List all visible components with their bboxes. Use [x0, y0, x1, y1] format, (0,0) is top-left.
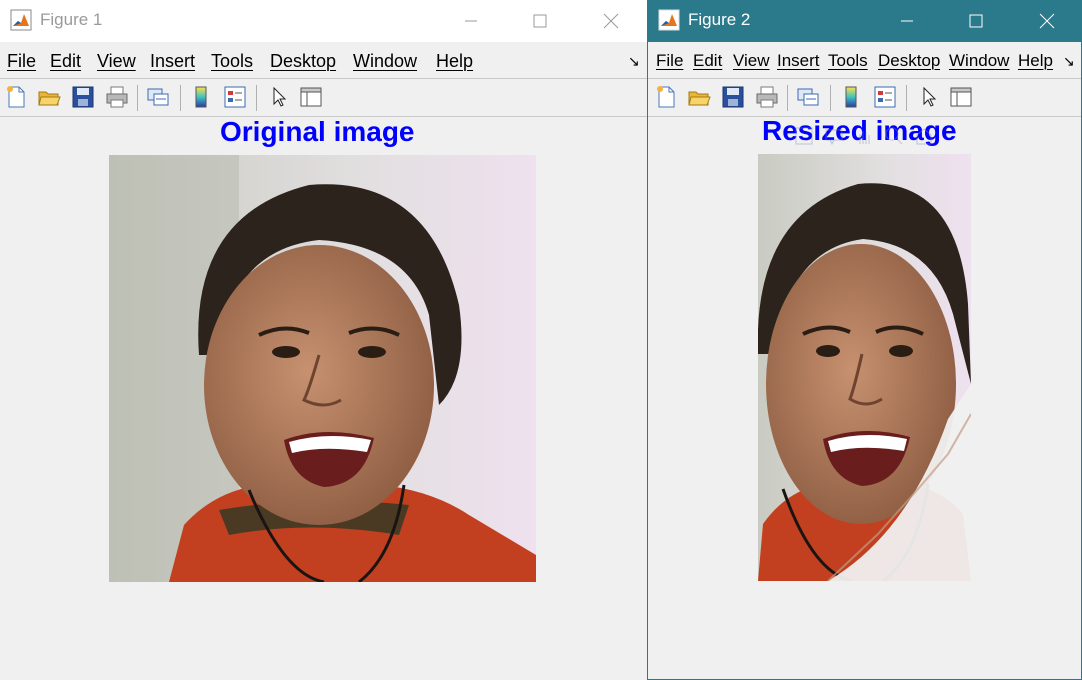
- menu-help[interactable]: Help: [436, 51, 473, 72]
- property-inspector-icon: [300, 87, 322, 107]
- menu-file[interactable]: File: [7, 51, 36, 72]
- edit-plot-button[interactable]: [266, 84, 292, 110]
- open-file-button[interactable]: [686, 84, 712, 110]
- colorbar-button[interactable]: [838, 84, 864, 110]
- property-inspector-button[interactable]: [298, 84, 324, 110]
- menu-insert[interactable]: Insert: [150, 51, 195, 72]
- open-file-icon: [38, 91, 61, 106]
- edit-plot-button[interactable]: [916, 84, 942, 110]
- save-button[interactable]: [720, 84, 746, 110]
- axes-toolbar: [794, 126, 934, 146]
- maximize-icon: [533, 14, 547, 28]
- close-icon: [603, 13, 619, 29]
- print-button[interactable]: [104, 84, 130, 110]
- menubar: File Edit View Insert Tools Desktop Wind…: [0, 42, 648, 79]
- legend-button[interactable]: [872, 84, 898, 110]
- original-image[interactable]: [109, 155, 536, 582]
- legend-icon: [874, 86, 896, 108]
- menu-file[interactable]: File: [656, 51, 683, 71]
- titlebar[interactable]: Figure 1: [0, 0, 648, 42]
- matlab-icon: [10, 9, 32, 31]
- titlebar[interactable]: Figure 2: [648, 0, 1081, 42]
- toolbar: [648, 79, 1081, 117]
- colorbar-button[interactable]: [188, 84, 214, 110]
- menu-view[interactable]: View: [733, 51, 770, 71]
- maximize-button[interactable]: [517, 0, 563, 42]
- link-plot-button[interactable]: [145, 84, 171, 110]
- figure-2-window: Figure 2 File Edit View Insert Tools Des…: [647, 0, 1082, 680]
- legend-button[interactable]: [222, 84, 248, 110]
- menu-window[interactable]: Window: [949, 51, 1012, 71]
- menu-edit[interactable]: Edit: [693, 51, 722, 71]
- window-title: Figure 2: [688, 10, 751, 29]
- print-icon: [106, 86, 128, 108]
- link-plot-button[interactable]: [795, 84, 821, 110]
- home-icon[interactable]: [914, 126, 934, 146]
- toolbar-separator: [830, 85, 831, 111]
- new-figure-icon: [7, 86, 25, 108]
- property-inspector-icon: [950, 87, 972, 107]
- close-button[interactable]: [1024, 0, 1070, 42]
- menu-edit[interactable]: Edit: [50, 51, 81, 72]
- minimize-button[interactable]: [448, 0, 494, 42]
- menu-desktop[interactable]: Desktop: [270, 51, 336, 72]
- zoom-in-icon[interactable]: [884, 126, 904, 146]
- minimize-icon: [901, 20, 913, 22]
- save-button[interactable]: [70, 84, 96, 110]
- open-file-button[interactable]: [36, 84, 62, 110]
- maximize-icon: [969, 14, 983, 28]
- link-plot-icon: [147, 88, 169, 106]
- minimize-button[interactable]: [884, 0, 930, 42]
- menu-desktop[interactable]: Desktop: [878, 51, 940, 71]
- edit-plot-icon: [273, 86, 287, 107]
- maximize-button[interactable]: [953, 0, 999, 42]
- colorbar-icon: [195, 86, 207, 108]
- colorbar-icon: [845, 86, 857, 108]
- save-icon: [72, 86, 94, 108]
- menu-overflow-arrow-icon[interactable]: ↘: [628, 53, 640, 70]
- toolbar-separator: [256, 85, 257, 111]
- legend-icon: [224, 86, 246, 108]
- new-figure-icon: [657, 86, 675, 108]
- property-inspector-button[interactable]: [948, 84, 974, 110]
- menu-insert[interactable]: Insert: [777, 51, 820, 71]
- menu-overflow-arrow-icon[interactable]: ↘: [1063, 53, 1075, 70]
- toolbar-separator: [787, 85, 788, 111]
- menu-help[interactable]: Help: [1018, 51, 1053, 71]
- menubar: File Edit View Insert Tools Desktop Wind…: [648, 42, 1081, 79]
- axes-title: Original image: [220, 116, 415, 147]
- toolbar-separator: [180, 85, 181, 111]
- toolbar: [0, 79, 648, 117]
- menu-window[interactable]: Window: [353, 51, 417, 72]
- toolbar-separator: [137, 85, 138, 111]
- brush-icon[interactable]: [794, 126, 814, 146]
- pan-icon[interactable]: [854, 126, 874, 146]
- close-button[interactable]: [588, 0, 634, 42]
- minimize-icon: [465, 20, 477, 22]
- link-plot-icon: [797, 88, 819, 106]
- edit-plot-icon: [923, 86, 937, 107]
- new-figure-button[interactable]: [3, 84, 29, 110]
- window-title: Figure 1: [40, 10, 103, 29]
- matlab-icon: [658, 9, 680, 31]
- print-button[interactable]: [754, 84, 780, 110]
- open-file-icon: [688, 91, 711, 106]
- menu-tools[interactable]: Tools: [828, 51, 868, 71]
- close-icon: [1039, 13, 1055, 29]
- toolbar-separator: [906, 85, 907, 111]
- save-icon: [722, 86, 744, 108]
- new-figure-button[interactable]: [653, 84, 679, 110]
- resized-image[interactable]: [758, 154, 971, 581]
- print-icon: [756, 86, 778, 108]
- menu-tools[interactable]: Tools: [211, 51, 253, 72]
- datatip-icon[interactable]: [824, 126, 844, 146]
- figure-1-window: Figure 1 File Edit View Insert Tools Des…: [0, 0, 648, 680]
- menu-view[interactable]: View: [97, 51, 136, 72]
